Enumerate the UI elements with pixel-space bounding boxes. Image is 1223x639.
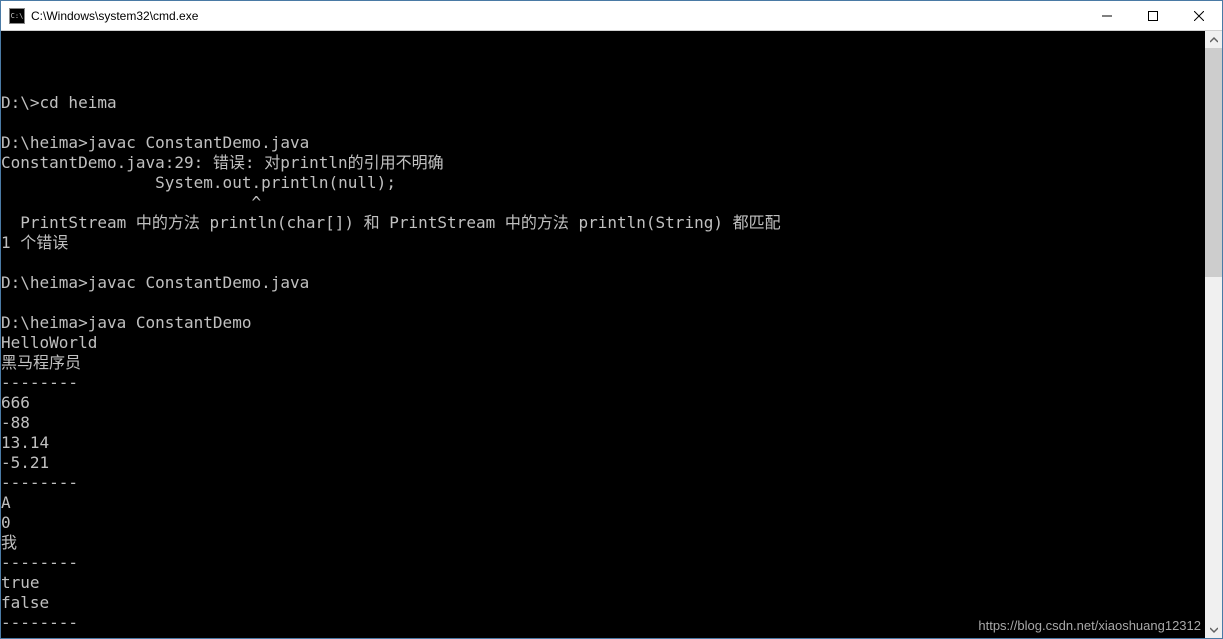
console-line: HelloWorld [1,333,1205,353]
close-button[interactable] [1176,1,1222,30]
console-area: D:\>cd heima D:\heima>javac ConstantDemo.… [1,31,1222,638]
chevron-up-icon [1210,36,1218,44]
scroll-thumb[interactable] [1205,48,1222,277]
console-line: 13.14 [1,433,1205,453]
console-line: -5.21 [1,453,1205,473]
console-line: D:\heima>javac ConstantDemo.java [1,273,1205,293]
console-line: true [1,573,1205,593]
console-line: 黑马程序员 [1,353,1205,373]
maximize-icon [1148,11,1158,21]
window-title: C:\Windows\system32\cmd.exe [31,9,1084,23]
chevron-down-icon [1210,626,1218,634]
scroll-up-button[interactable] [1205,31,1222,48]
console-line: 666 [1,393,1205,413]
scroll-down-button[interactable] [1205,621,1222,638]
console-line [1,293,1205,313]
titlebar[interactable]: C:\ C:\Windows\system32\cmd.exe [1,1,1222,31]
console-line [1,73,1205,93]
console-line: D:\>cd heima [1,93,1205,113]
console-line: -------- [1,473,1205,493]
console-line [1,633,1205,638]
minimize-icon [1102,11,1112,21]
console-line: -------- [1,553,1205,573]
maximize-button[interactable] [1130,1,1176,30]
console-output[interactable]: D:\>cd heima D:\heima>javac ConstantDemo.… [1,31,1205,638]
console-line: 我 [1,533,1205,553]
console-line: A [1,493,1205,513]
console-line: ConstantDemo.java:29: 错误: 对println的引用不明确 [1,153,1205,173]
console-line: false [1,593,1205,613]
close-icon [1194,11,1204,21]
console-line: System.out.println(null); [1,173,1205,193]
console-line: ^ [1,193,1205,213]
console-line: 0 [1,513,1205,533]
console-line: 1 个错误 [1,233,1205,253]
app-icon: C:\ [9,8,25,24]
console-line [1,253,1205,273]
cmd-window: C:\ C:\Windows\system32\cmd.exe D:\>cd h… [0,0,1223,639]
console-line [1,113,1205,133]
window-controls [1084,1,1222,30]
console-line: D:\heima>java ConstantDemo [1,313,1205,333]
console-line: D:\heima>javac ConstantDemo.java [1,133,1205,153]
console-line: -------- [1,613,1205,633]
console-line: -88 [1,413,1205,433]
scroll-track[interactable] [1205,48,1222,621]
console-line: PrintStream 中的方法 println(char[]) 和 Print… [1,213,1205,233]
vertical-scrollbar[interactable] [1205,31,1222,638]
minimize-button[interactable] [1084,1,1130,30]
console-line: -------- [1,373,1205,393]
